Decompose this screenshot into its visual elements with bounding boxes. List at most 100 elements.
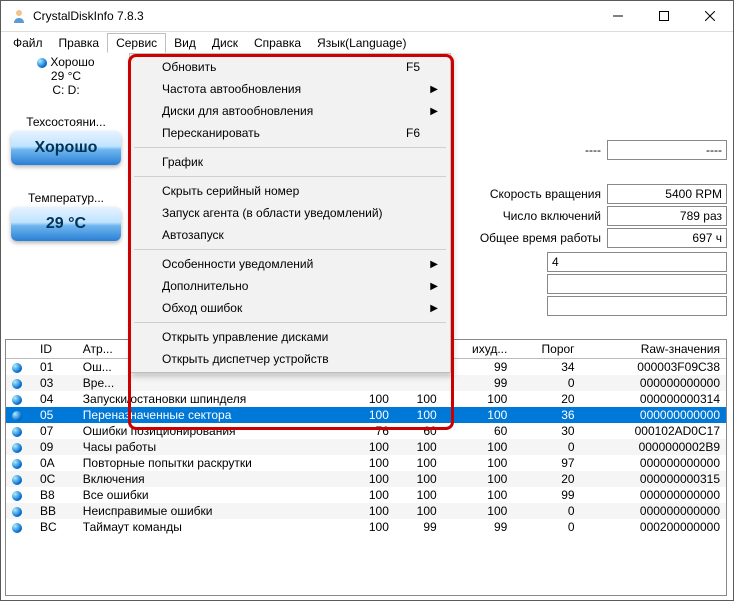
- table-row[interactable]: 04Запуски/остановки шпинделя100100100200…: [6, 391, 726, 407]
- cell-raw: 000000000000: [581, 375, 726, 391]
- cell-worst: 99: [443, 375, 514, 391]
- menu-item[interactable]: Дополнительно▶: [132, 275, 448, 297]
- cell-attr: Таймаут команды: [77, 519, 347, 535]
- info-label: Число включений: [503, 209, 601, 223]
- cell-current: 100: [347, 487, 395, 503]
- cell-threshold: 34: [513, 359, 580, 376]
- status-bullet-icon: [12, 411, 22, 421]
- menu-item[interactable]: Частота автообновления▶: [132, 78, 448, 100]
- col-header[interactable]: ID: [34, 340, 77, 359]
- col-header[interactable]: [6, 340, 34, 359]
- cell-threshold: 0: [513, 519, 580, 535]
- cell-current: 100: [347, 519, 395, 535]
- cell-current: 100: [347, 439, 395, 455]
- extra-field: 4: [547, 252, 727, 272]
- menu-item[interactable]: Открыть диспетчер устройств: [132, 348, 448, 370]
- menu-item[interactable]: Скрыть серийный номер: [132, 180, 448, 202]
- drive-summary[interactable]: Хорошо 29 °C C: D:: [5, 55, 127, 97]
- cell-attr: Неисправимые ошибки: [77, 503, 347, 519]
- menu-сервис[interactable]: Сервис: [107, 33, 166, 53]
- cell-worst: 100: [443, 439, 514, 455]
- dash-value: ----: [607, 140, 727, 160]
- cell-current: 100: [347, 455, 395, 471]
- table-row[interactable]: 0CВключения10010010020000000000315: [6, 471, 726, 487]
- cell-id: 03: [34, 375, 77, 391]
- table-row[interactable]: BCТаймаут команды10099990000200000000: [6, 519, 726, 535]
- menu-item[interactable]: Автозапуск: [132, 224, 448, 246]
- cell-d: 100: [395, 471, 443, 487]
- menu-item[interactable]: Открыть управление дисками: [132, 326, 448, 348]
- menu-правка[interactable]: Правка: [51, 34, 108, 52]
- menu-item[interactable]: Обход ошибок▶: [132, 297, 448, 319]
- cell-attr: Повторные попытки раскрутки: [77, 455, 347, 471]
- menu-диск[interactable]: Диск: [204, 34, 246, 52]
- cell-attr: Все ошибки: [77, 487, 347, 503]
- status-bullet-icon: [12, 475, 22, 485]
- menu-item[interactable]: Диски для автообновления▶: [132, 100, 448, 122]
- menu-item[interactable]: График: [132, 151, 448, 173]
- col-header[interactable]: ихуд...: [443, 340, 514, 359]
- col-header[interactable]: Порог: [513, 340, 580, 359]
- table-row[interactable]: 09Часы работы10010010000000000002B9: [6, 439, 726, 455]
- table-row[interactable]: B8Все ошибки10010010099000000000000: [6, 487, 726, 503]
- cell-attr: Запуски/остановки шпинделя: [77, 391, 347, 407]
- cell-id: BB: [34, 503, 77, 519]
- table-row[interactable]: 07Ошибки позиционирования76606030000102A…: [6, 423, 726, 439]
- cell-attr: Включения: [77, 471, 347, 487]
- menu-вид[interactable]: Вид: [166, 34, 204, 52]
- cell-d: 60: [395, 423, 443, 439]
- health-pill[interactable]: Хорошо: [11, 131, 121, 165]
- table-row[interactable]: 03Вре...990000000000000: [6, 375, 726, 391]
- close-button[interactable]: [687, 1, 733, 31]
- status-bullet-icon: [12, 491, 22, 501]
- cell-current: 100: [347, 407, 395, 423]
- cell-id: BC: [34, 519, 77, 535]
- cell-id: 0A: [34, 455, 77, 471]
- cell-current: 100: [347, 471, 395, 487]
- table-row[interactable]: 0AПовторные попытки раскрутки10010010097…: [6, 455, 726, 471]
- cell-id: 0C: [34, 471, 77, 487]
- maximize-button[interactable]: [641, 1, 687, 31]
- info-value: 5400 RPM: [607, 184, 727, 204]
- cell-id: B8: [34, 487, 77, 503]
- cell-current: 100: [347, 503, 395, 519]
- cell-d: 100: [395, 503, 443, 519]
- cell-raw: 000003F09C38: [581, 359, 726, 376]
- app-icon: [11, 8, 27, 24]
- cell-worst: 100: [443, 391, 514, 407]
- cell-d: 99: [395, 519, 443, 535]
- empty-field-2: [547, 296, 727, 316]
- smart-table[interactable]: IDАтр...ихуд...ПорогRaw-значения 01Ош...…: [5, 339, 727, 596]
- cell-worst: 60: [443, 423, 514, 439]
- cell-worst: 99: [443, 519, 514, 535]
- menu-справка[interactable]: Справка: [246, 34, 309, 52]
- menu-item[interactable]: ОбновитьF5: [132, 56, 448, 78]
- col-header[interactable]: Raw-значения: [581, 340, 726, 359]
- dash-label: ----: [585, 143, 601, 157]
- cell-current: [347, 375, 395, 391]
- cell-worst: 99: [443, 359, 514, 376]
- cell-threshold: 20: [513, 391, 580, 407]
- cell-threshold: 20: [513, 471, 580, 487]
- menu-файл[interactable]: Файл: [5, 34, 51, 52]
- cell-raw: 0000000002B9: [581, 439, 726, 455]
- cell-worst: 100: [443, 407, 514, 423]
- cell-current: 76: [347, 423, 395, 439]
- table-row[interactable]: BBНеисправимые ошибки1001001000000000000…: [6, 503, 726, 519]
- summary-temp: 29 °C: [51, 69, 81, 83]
- menu-item[interactable]: ПересканироватьF6: [132, 122, 448, 144]
- cell-threshold: 0: [513, 439, 580, 455]
- chevron-right-icon: ▶: [430, 84, 438, 95]
- cell-raw: 000102AD0C17: [581, 423, 726, 439]
- menu-язык(language)[interactable]: Язык(Language): [309, 34, 414, 52]
- table-row[interactable]: 05Переназначенные сектора100100100360000…: [6, 407, 726, 423]
- minimize-button[interactable]: [595, 1, 641, 31]
- info-panel: -------- Скорость вращения5400 RPMЧисло …: [449, 138, 727, 318]
- temperature-pill[interactable]: 29 °C: [11, 207, 121, 241]
- info-label: Общее время работы: [480, 231, 601, 245]
- menu-item[interactable]: Запуск агента (в области уведомлений): [132, 202, 448, 224]
- menu-item[interactable]: Особенности уведомлений▶: [132, 253, 448, 275]
- cell-id: 01: [34, 359, 77, 376]
- cell-threshold: 30: [513, 423, 580, 439]
- service-menu-dropdown: ОбновитьF5Частота автообновления▶Диски д…: [129, 53, 451, 373]
